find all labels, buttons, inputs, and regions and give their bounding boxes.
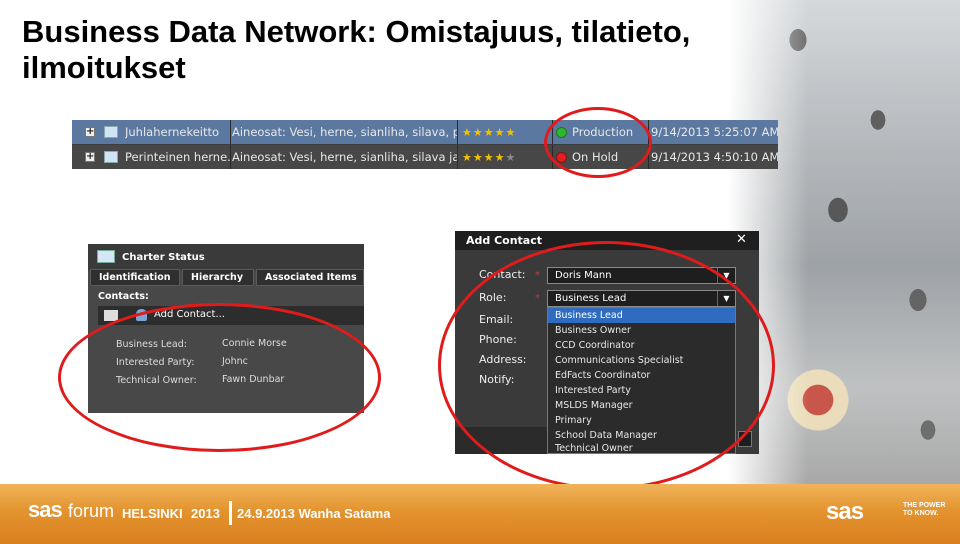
contacts-label: Contacts: xyxy=(98,291,149,302)
footer-divider xyxy=(229,501,232,525)
tab-associated-items[interactable]: Associated Items xyxy=(256,269,364,286)
record-icon xyxy=(104,126,118,138)
charter-icon xyxy=(97,250,115,263)
tagline: THE POWER TO KNOW. xyxy=(903,502,946,517)
footer-bar: sas forum HELSINKI 2013 24.9.2013 Wanha … xyxy=(0,484,960,544)
city-text: HELSINKI xyxy=(122,506,183,521)
timestamp: 9/14/2013 4:50:10 AM xyxy=(651,150,778,164)
record-icon xyxy=(104,151,118,163)
status-highlight-oval xyxy=(544,107,652,178)
event-date: 24.9.2013 Wanha Satama xyxy=(237,506,391,521)
charter-title: Charter Status xyxy=(122,252,205,263)
contacts-highlight-oval xyxy=(58,303,381,452)
timestamp: 9/14/2013 5:25:07 AM xyxy=(651,125,778,139)
recipe-grid: + Juhlahernekeitto Aineosat: Vesi, herne… xyxy=(72,120,778,169)
rating-stars: ★★★★★ xyxy=(458,120,553,144)
recipe-ingredients: Aineosat: Vesi, herne, sianliha, silava,… xyxy=(232,120,458,144)
slide-title: Business Data Network: Omistajuus, tilat… xyxy=(22,14,691,85)
table-row[interactable]: + Juhlahernekeitto Aineosat: Vesi, herne… xyxy=(72,120,778,144)
dialog-highlight-oval xyxy=(438,241,775,490)
recipe-name: Juhlahernekeitto xyxy=(125,120,231,144)
charter-header: Charter Status xyxy=(88,244,364,270)
tab-identification[interactable]: Identification xyxy=(90,269,180,286)
rating-stars: ★★★★★ xyxy=(458,145,553,169)
charter-tabs: Identification Hierarchy Associated Item… xyxy=(88,269,364,286)
forum-text: forum xyxy=(68,501,115,521)
dialog-title: Add Contact xyxy=(466,234,543,247)
sas-logo: sas xyxy=(826,498,864,525)
close-icon[interactable]: ✕ xyxy=(736,232,747,247)
expand-icon[interactable]: + xyxy=(85,152,95,162)
recipe-name: Perinteinen herne... xyxy=(125,145,231,169)
year-text: 2013 xyxy=(191,506,220,521)
recipe-ingredients: Aineosat: Vesi, herne, sianliha, silava … xyxy=(232,145,458,169)
expand-icon[interactable]: + xyxy=(85,127,95,137)
tab-hierarchy[interactable]: Hierarchy xyxy=(182,269,254,286)
sas-forum-logo: sas xyxy=(28,497,63,522)
table-row[interactable]: + Perinteinen herne... Aineosat: Vesi, h… xyxy=(72,145,778,169)
